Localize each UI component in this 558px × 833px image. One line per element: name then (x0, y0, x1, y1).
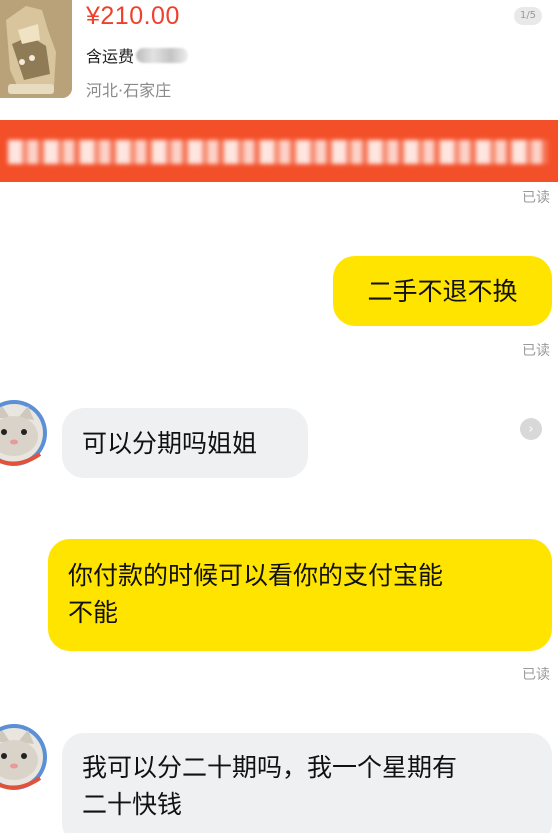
message-text: 二手不退不换 (367, 276, 518, 306)
sneaker-image (0, 0, 72, 98)
read-receipt: 已读 (522, 343, 550, 359)
message-text: 我可以分二十期吗，我一个星期有 二十快钱 (82, 749, 457, 823)
product-thumbnail[interactable] (0, 0, 72, 98)
cat-avatar-icon (0, 724, 47, 790)
product-card[interactable]: ¥210.00 含运费 河北·石家庄 1/5 (0, 0, 558, 118)
message-line: 我可以分二十期吗，我一个星期有 (82, 753, 458, 782)
blurred-shipping-value (136, 47, 189, 63)
message-bubble-received[interactable]: 可以分期吗姐姐 (62, 408, 308, 478)
product-price: ¥210.00 (86, 2, 180, 30)
notice-banner[interactable] (0, 120, 558, 182)
message-line: 你付款的时候可以看你的支付宝能 (68, 561, 444, 590)
message-bubble-sent[interactable]: 二手不退不换 (333, 256, 552, 326)
blurred-notice-text (8, 140, 548, 164)
message-line: 不能 (68, 598, 119, 627)
contact-avatar[interactable] (0, 398, 48, 468)
read-receipt: 已读 (522, 667, 550, 683)
message-bubble-received[interactable]: 我可以分二十期吗，我一个星期有 二十快钱 (62, 733, 552, 833)
cat-avatar-icon (0, 400, 47, 466)
image-page-indicator: 1/5 (514, 7, 542, 25)
message-line: 二十快钱 (82, 790, 183, 819)
product-location: 河北·石家庄 (86, 81, 172, 100)
message-bubble-sent[interactable]: 你付款的时候可以看你的支付宝能 不能 (48, 539, 552, 651)
contact-avatar[interactable] (0, 722, 48, 792)
message-text: 你付款的时候可以看你的支付宝能 不能 (68, 557, 443, 631)
chevron-right-icon[interactable]: › (520, 418, 542, 440)
read-receipt: 已读 (522, 190, 550, 206)
message-text: 可以分期吗姐姐 (82, 428, 258, 458)
shipping-info: 含运费 (86, 43, 189, 67)
shipping-label: 含运费 (86, 47, 135, 66)
